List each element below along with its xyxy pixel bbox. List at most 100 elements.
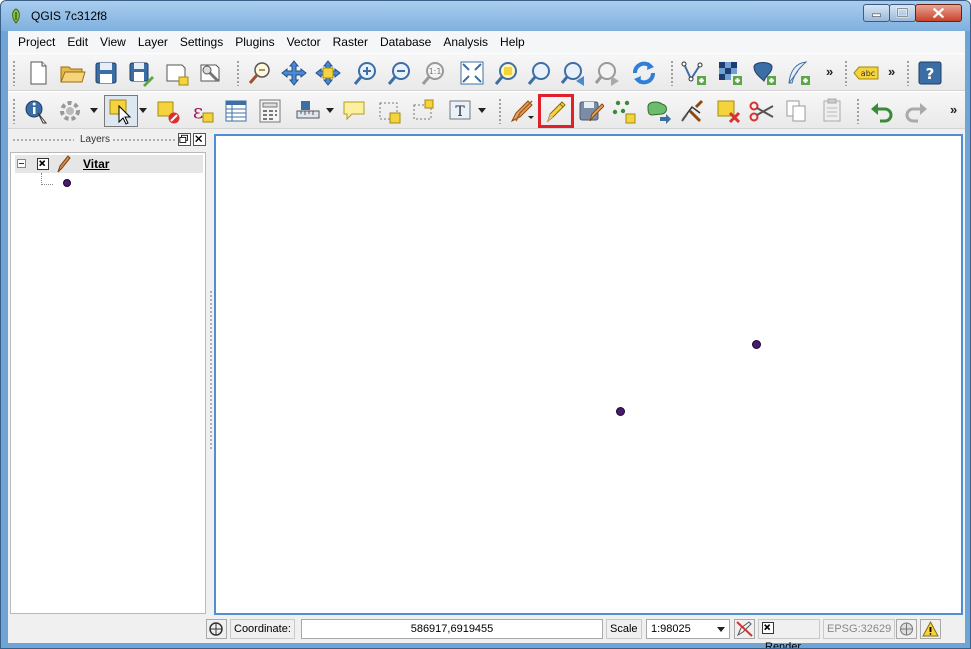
zoom-in-icon[interactable]: [352, 59, 380, 87]
menu-plugins[interactable]: Plugins: [229, 31, 280, 53]
chevron-down-icon[interactable]: [90, 108, 98, 113]
field-calculator-icon[interactable]: [256, 97, 284, 125]
zoom-last-icon[interactable]: [560, 59, 588, 87]
toolbar-grip[interactable]: [498, 98, 502, 124]
zoom-next-icon[interactable]: [594, 59, 622, 87]
save-as-icon[interactable]: [126, 59, 154, 87]
toolbar-grip[interactable]: [670, 60, 674, 86]
paste-features-icon[interactable]: [818, 97, 846, 125]
select-features-icon[interactable]: [104, 95, 138, 127]
maximize-button[interactable]: [889, 4, 916, 22]
layer-name[interactable]: Vitar: [83, 157, 109, 171]
map-point-feature[interactable]: [752, 340, 761, 349]
measure-line-icon[interactable]: [294, 97, 322, 125]
node-tool-icon[interactable]: [678, 97, 706, 125]
toolbar-overflow-chevron[interactable]: »: [888, 64, 895, 79]
toolbar-grip[interactable]: [12, 98, 16, 124]
new-bookmark-icon[interactable]: [376, 97, 404, 125]
layer-visibility-checkbox[interactable]: [37, 158, 49, 170]
float-panel-button[interactable]: [178, 133, 191, 146]
zoom-native-icon[interactable]: 1:1: [420, 59, 448, 87]
collapse-toggle-icon[interactable]: [17, 159, 26, 168]
toggle-extents-icon[interactable]: [206, 619, 227, 639]
warning-icon[interactable]: [920, 619, 941, 639]
add-spatialite-layer-icon[interactable]: [784, 59, 812, 87]
open-attribute-table-icon[interactable]: [222, 97, 250, 125]
new-shapefile-layer-icon[interactable]: [680, 59, 708, 87]
toolbar-grip[interactable]: [12, 60, 16, 86]
layer-row[interactable]: Vitar: [15, 155, 203, 173]
help-icon[interactable]: ?: [916, 59, 944, 87]
toolbar-overflow-chevron[interactable]: »: [826, 64, 833, 79]
deselect-all-icon[interactable]: [154, 97, 182, 125]
pan-to-selection-icon[interactable]: [280, 59, 308, 87]
identify-icon[interactable]: [22, 97, 50, 125]
menu-database[interactable]: Database: [374, 31, 437, 53]
save-layer-edits-icon[interactable]: [576, 97, 605, 125]
redo-icon[interactable]: [902, 97, 930, 125]
render-checkbox[interactable]: [762, 622, 774, 634]
stop-render-icon[interactable]: [734, 619, 755, 639]
qgis-logo-icon: [12, 8, 20, 24]
open-project-icon[interactable]: [58, 59, 86, 87]
current-edits-icon[interactable]: [508, 97, 536, 125]
toolbar-overflow-chevron[interactable]: »: [950, 102, 957, 117]
render-toggle[interactable]: Render: [758, 619, 820, 648]
scale-combobox[interactable]: 1:98025: [646, 619, 730, 639]
add-postgis-layer-icon[interactable]: [750, 59, 778, 87]
menu-layer[interactable]: Layer: [132, 31, 174, 53]
close-button[interactable]: [915, 4, 962, 22]
coordinate-field[interactable]: 586917,6919455: [301, 619, 603, 639]
move-feature-icon[interactable]: [644, 97, 672, 125]
pan-map-icon[interactable]: [246, 59, 274, 87]
text-annotation-icon[interactable]: T: [446, 97, 474, 125]
undo-icon[interactable]: [868, 97, 896, 125]
expression-glyph: ε: [193, 99, 203, 123]
cut-features-icon[interactable]: [748, 97, 776, 125]
map-point-feature[interactable]: [616, 407, 625, 416]
composer-manager-icon[interactable]: [196, 59, 224, 87]
menu-vector[interactable]: Vector: [281, 31, 327, 53]
map-tips-icon[interactable]: [340, 97, 368, 125]
chevron-down-icon[interactable]: [528, 116, 534, 119]
new-print-composer-icon[interactable]: [162, 59, 190, 87]
zoom-full-icon[interactable]: [458, 59, 486, 87]
chevron-down-icon[interactable]: [478, 108, 486, 113]
chevron-down-icon[interactable]: [717, 627, 725, 632]
menu-edit[interactable]: Edit: [61, 31, 94, 53]
menu-raster[interactable]: Raster: [327, 31, 374, 53]
zoom-to-layer-icon[interactable]: [526, 59, 554, 87]
close-panel-button[interactable]: [193, 133, 206, 146]
show-bookmarks-icon[interactable]: [410, 97, 438, 125]
chevron-down-icon[interactable]: [326, 108, 334, 113]
save-project-icon[interactable]: [92, 59, 120, 87]
toolbar-grip[interactable]: [844, 60, 848, 86]
toolbar-grip[interactable]: [236, 60, 240, 86]
zoom-to-selection-icon[interactable]: [492, 59, 520, 87]
layers-panel-header[interactable]: Layers: [8, 130, 208, 150]
toolbar-grip[interactable]: [906, 60, 910, 86]
menu-settings[interactable]: Settings: [174, 31, 229, 53]
copy-features-icon[interactable]: [782, 97, 810, 125]
label-tool-icon[interactable]: abc: [852, 59, 880, 87]
menu-help[interactable]: Help: [494, 31, 531, 53]
toolbar-grip[interactable]: [856, 98, 860, 124]
add-raster-layer-icon[interactable]: [716, 59, 744, 87]
layers-panel-title: Layers: [80, 134, 111, 145]
crs-globe-icon[interactable]: [896, 619, 917, 639]
chevron-down-icon[interactable]: [139, 108, 147, 113]
minimize-button[interactable]: [863, 4, 890, 22]
add-feature-icon[interactable]: [610, 97, 638, 125]
menu-analysis[interactable]: Analysis: [437, 31, 494, 53]
menu-project[interactable]: Project: [12, 31, 61, 53]
delete-selected-icon[interactable]: [714, 97, 742, 125]
crs-status[interactable]: EPSG:32629: [823, 619, 896, 639]
zoom-out-icon[interactable]: [386, 59, 414, 87]
refresh-icon[interactable]: [630, 59, 658, 87]
select-by-expression-icon[interactable]: ε: [188, 97, 216, 125]
run-action-icon[interactable]: [56, 97, 84, 125]
map-canvas[interactable]: [214, 134, 963, 615]
menu-view[interactable]: View: [94, 31, 132, 53]
pan-to-selected-icon[interactable]: [314, 59, 342, 87]
new-project-icon[interactable]: [24, 59, 52, 87]
